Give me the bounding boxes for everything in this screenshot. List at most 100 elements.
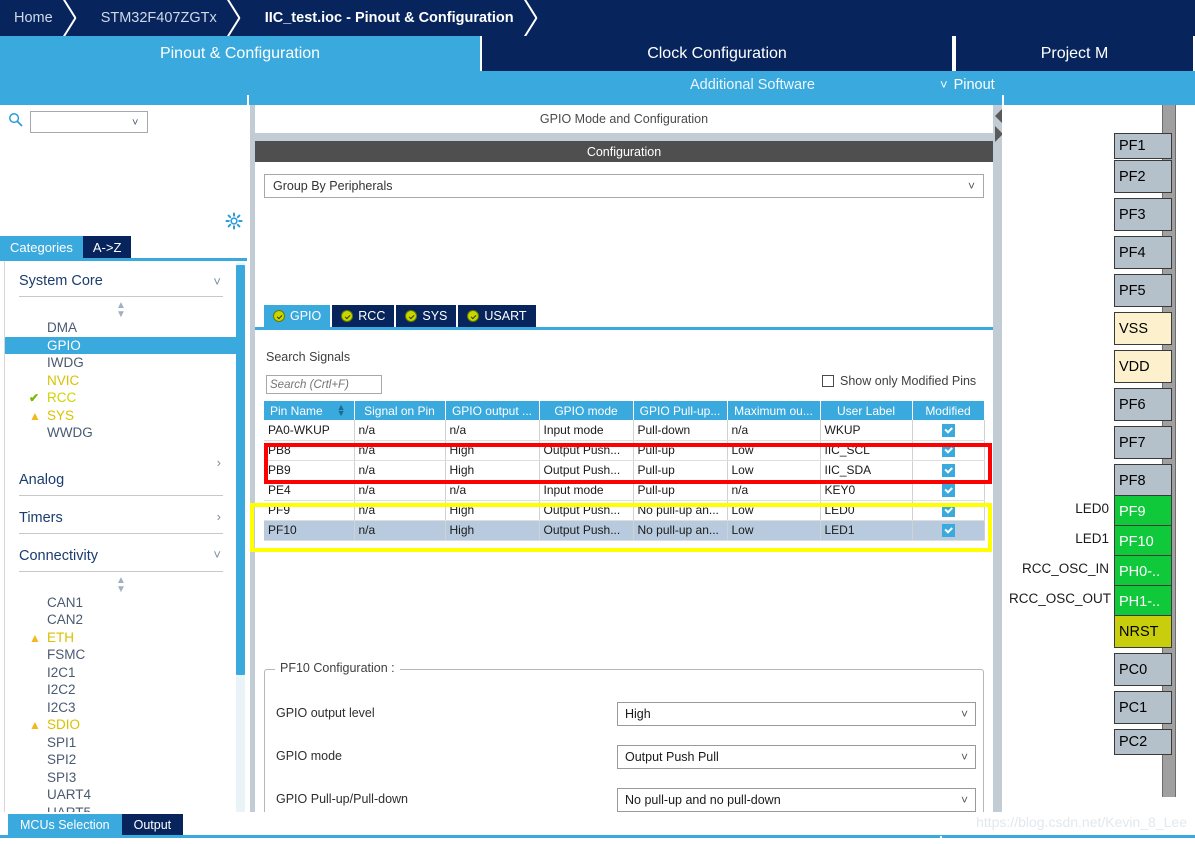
category-group-analog[interactable]: Analog › xyxy=(19,442,223,496)
pin-pc1[interactable]: PC1 xyxy=(1114,691,1172,724)
checkbox-icon[interactable] xyxy=(822,375,834,387)
tab-gpio[interactable]: GPIO xyxy=(264,305,331,327)
pin-pf8[interactable]: PF8 xyxy=(1114,464,1172,497)
col-signal-on-pin[interactable]: Signal on Pin xyxy=(354,401,446,420)
cell-modified[interactable] xyxy=(912,420,985,441)
gpio-pullup-pulldown-select[interactable]: No pull-up and no pull-down ˅ xyxy=(617,788,976,812)
breadcrumb-item-home[interactable]: Home xyxy=(0,0,53,36)
cell-modified[interactable] xyxy=(912,440,985,461)
category-group-connectivity[interactable]: Connectivity ˅ xyxy=(19,534,223,572)
category-group-timers[interactable]: Timers › xyxy=(19,496,223,534)
sidebar-item-gpio[interactable]: GPIO xyxy=(5,336,237,354)
tab-clock-configuration[interactable]: Clock Configuration xyxy=(480,36,954,71)
sidebar-search-input[interactable] xyxy=(30,111,148,133)
pin-pf2[interactable]: PF2 xyxy=(1114,160,1172,193)
pin-pf9[interactable]: PF9 xyxy=(1114,495,1172,528)
pin-ph0[interactable]: PH0-.. xyxy=(1114,555,1172,588)
tab-rcc[interactable]: RCC xyxy=(332,305,395,327)
col-user-label[interactable]: User Label xyxy=(820,401,913,420)
pin-pf4[interactable]: PF4 xyxy=(1114,236,1172,269)
pin-pc2[interactable]: PC2 xyxy=(1114,729,1172,755)
pin-vdd[interactable]: VDD xyxy=(1114,350,1172,383)
cell-modified[interactable] xyxy=(912,500,985,521)
table-row[interactable]: PE4 n/a n/a Input mode Pull-up n/a KEY0 xyxy=(264,480,985,501)
pin-pf5[interactable]: PF5 xyxy=(1114,274,1172,307)
group-by-select[interactable]: Group By Peripherals ˅ xyxy=(264,174,984,198)
pin-table[interactable]: Pin Name ▲ ▼ Signal on Pin GPIO output ..… xyxy=(264,401,985,541)
sidebar-item-iwdg[interactable]: IWDG xyxy=(5,354,237,372)
sidebar-item-fsmc[interactable]: FSMC xyxy=(5,646,237,664)
pin-pf3[interactable]: PF3 xyxy=(1114,198,1172,231)
tab-project-manager[interactable]: Project M xyxy=(954,36,1195,71)
sidebar-tab-categories[interactable]: Categories xyxy=(0,236,83,258)
checkbox-checked-icon[interactable] xyxy=(941,464,955,478)
cell-modified[interactable] xyxy=(912,520,985,541)
sidebar-item-can1[interactable]: CAN1 xyxy=(5,594,237,612)
table-row[interactable]: PA0-WKUP n/a n/a Input mode Pull-down n/… xyxy=(264,420,985,441)
col-gpio-pullup[interactable]: GPIO Pull-up... xyxy=(633,401,728,420)
tab-pinout-configuration[interactable]: Pinout & Configuration xyxy=(0,36,480,71)
pin-pf7[interactable]: PF7 xyxy=(1114,426,1172,459)
sidebar-item-i2c1[interactable]: I2C1 xyxy=(5,664,237,682)
col-maximum-output[interactable]: Maximum ou... xyxy=(727,401,821,420)
sidebar-scrollbar-thumb[interactable] xyxy=(236,265,245,675)
col-modified[interactable]: Modified xyxy=(912,401,985,420)
sidebar-item-sys[interactable]: ▲ SYS xyxy=(5,407,237,425)
pin-pc0[interactable]: PC0 xyxy=(1114,653,1172,686)
sidebar-item-i2c3[interactable]: I2C3 xyxy=(5,699,237,717)
pin-nrst[interactable]: NRST xyxy=(1114,615,1172,648)
checkbox-checked-icon[interactable] xyxy=(941,423,955,437)
scroll-spinner-icon[interactable]: ▲ ▼ xyxy=(5,297,237,320)
pin-vss[interactable]: VSS xyxy=(1114,312,1172,345)
checkbox-checked-icon[interactable] xyxy=(941,524,955,538)
sidebar-item-spi2[interactable]: SPI2 xyxy=(5,751,237,769)
category-group-system-core[interactable]: System Core ˅ xyxy=(19,261,223,297)
search-chevron-down-icon[interactable]: ˅ xyxy=(132,117,138,129)
breadcrumb-item-mcu[interactable]: STM32F407ZGTx xyxy=(83,0,217,36)
sidebar-item-nvic[interactable]: NVIC xyxy=(5,372,237,390)
additional-software-button[interactable]: Additional Software xyxy=(690,77,815,93)
gpio-mode-select[interactable]: Output Push Pull ˅ xyxy=(617,745,976,769)
sidebar-item-i2c2[interactable]: I2C2 xyxy=(5,681,237,699)
category-list[interactable]: System Core ˅ ▲ ▼ DMA GPIO IWDG NVIC ✔ RCC… xyxy=(4,261,237,844)
scroll-spinner-icon-2[interactable]: ▲ ▼ xyxy=(5,572,237,594)
sidebar-item-can2[interactable]: CAN2 xyxy=(5,611,237,629)
sidebar-item-wwdg[interactable]: WWDG xyxy=(5,424,237,442)
gear-icon[interactable] xyxy=(225,212,243,230)
sidebar-item-spi3[interactable]: SPI3 xyxy=(5,769,237,787)
sidebar-item-rcc[interactable]: ✔ RCC xyxy=(5,389,237,407)
sidebar-scrollbar[interactable] xyxy=(236,263,245,844)
bottom-tab-mcus-selection[interactable]: MCUs Selection xyxy=(8,814,122,835)
col-gpio-output[interactable]: GPIO output ... xyxy=(445,401,540,420)
cell-modified[interactable] xyxy=(912,480,985,501)
tab-sys[interactable]: SYS xyxy=(396,305,457,327)
col-pin-name[interactable]: Pin Name ▲ ▼ xyxy=(264,401,355,420)
bottom-tab-output[interactable]: Output xyxy=(121,814,184,835)
table-row[interactable]: PF10 n/a High Output Push... No pull-up … xyxy=(264,520,985,541)
table-row[interactable]: PF9 n/a High Output Push... No pull-up a… xyxy=(264,500,985,521)
tab-usart[interactable]: USART xyxy=(458,305,536,327)
pin-pf1[interactable]: PF1 xyxy=(1114,133,1172,159)
sidebar-tab-az[interactable]: A->Z xyxy=(82,236,132,258)
sidebar-item-dma[interactable]: DMA xyxy=(5,319,237,337)
sidebar-item-sdio[interactable]: ▲ SDIO xyxy=(5,716,237,734)
pin-pf6[interactable]: PF6 xyxy=(1114,388,1172,421)
checkbox-checked-icon[interactable] xyxy=(941,504,955,518)
pinout-dropdown[interactable]: ˅ Pinout xyxy=(940,77,995,93)
checkbox-checked-icon[interactable] xyxy=(941,444,955,458)
pin-pf10[interactable]: PF10 xyxy=(1114,525,1172,558)
sidebar-item-uart4[interactable]: UART4 xyxy=(5,786,237,804)
table-row[interactable]: PB9 n/a High Output Push... Pull-up Low … xyxy=(264,460,985,481)
col-gpio-mode[interactable]: GPIO mode xyxy=(539,401,634,420)
checkbox-checked-icon[interactable] xyxy=(941,484,955,498)
gpio-output-level-select[interactable]: High ˅ xyxy=(617,702,976,726)
cell-modified[interactable] xyxy=(912,460,985,481)
sidebar-item-eth[interactable]: ▲ ETH xyxy=(5,629,237,647)
signal-search-input[interactable] xyxy=(266,375,382,394)
sort-ascending-icon[interactable]: ▲ ▼ xyxy=(337,403,346,418)
table-row[interactable]: PB8 n/a High Output Push... Pull-up Low … xyxy=(264,440,985,461)
pin-ph1[interactable]: PH1-.. xyxy=(1114,585,1172,618)
show-only-modified-pins-checkbox[interactable]: Show only Modified Pins xyxy=(822,374,976,388)
sidebar-item-spi1[interactable]: SPI1 xyxy=(5,734,237,752)
breadcrumb-item-project[interactable]: IIC_test.ioc - Pinout & Configuration xyxy=(247,0,514,36)
